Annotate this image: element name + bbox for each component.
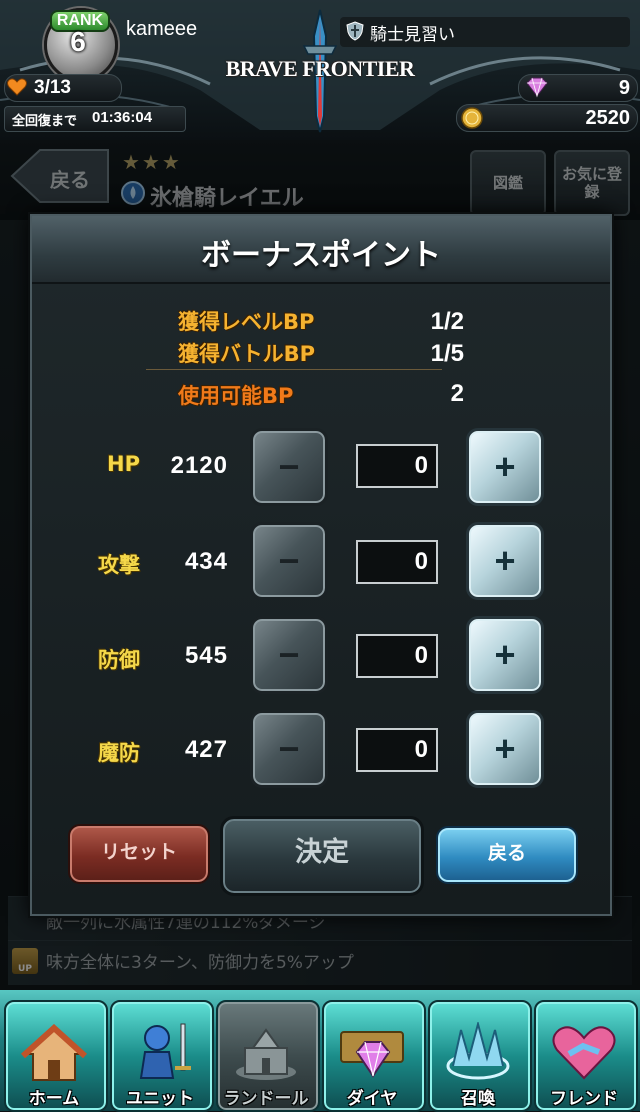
stat-label-def: 防御 — [98, 648, 140, 672]
nav-summon-label: 召喚 — [461, 1089, 495, 1109]
shield-icon — [346, 21, 364, 41]
summon-icon — [446, 1022, 510, 1080]
nav-diamond-label: ダイヤ — [346, 1089, 398, 1109]
heart-icon — [7, 78, 27, 96]
rank-value: 6 — [70, 26, 86, 57]
hp-bp-count: 0 — [356, 444, 438, 488]
atk-minus-button[interactable]: − — [250, 522, 328, 600]
diamond-icon — [340, 1031, 404, 1078]
dialog-title: ボーナスポイント — [201, 238, 441, 273]
player-title: 騎士見習い — [370, 25, 455, 45]
confirm-button[interactable]: 決定 — [220, 816, 424, 896]
usable-bp-value: 2 — [450, 380, 464, 407]
stat-value-hp: 2120 — [170, 452, 228, 479]
reset-button[interactable]: リセット — [68, 824, 210, 884]
level-bp-value: 1/2 — [430, 308, 464, 335]
nav-unit-label: ユニット — [126, 1089, 194, 1109]
nav-friend-label: フレンド — [550, 1089, 618, 1109]
mdef-bp-count: 0 — [356, 728, 438, 772]
level-bp-label: 獲得レベルBP — [178, 310, 315, 334]
energy-value: 3/13 — [34, 77, 71, 98]
game-logo: BRAVE FRONTIER — [225, 56, 415, 81]
mdef-minus-button[interactable]: − — [250, 710, 328, 788]
stat-label-mdef: 魔防 — [98, 741, 140, 765]
friend-icon — [552, 1026, 616, 1080]
def-bp-count: 0 — [356, 634, 438, 678]
stat-value-def: 545 — [184, 642, 228, 669]
usable-bp-label: 使用可能BP — [178, 384, 294, 408]
zel-coin-icon — [461, 107, 483, 129]
stat-label-hp: HP — [107, 452, 140, 476]
diamond-gem-icon — [526, 77, 548, 98]
atk-bp-count: 0 — [356, 540, 438, 584]
def-minus-button[interactable]: − — [250, 616, 328, 694]
stat-value-atk: 434 — [184, 548, 228, 575]
back-button[interactable]: 戻る — [436, 826, 578, 884]
unit-icon — [139, 1023, 191, 1079]
bp-divider — [146, 369, 442, 370]
recovery-time: 01:36:04 — [92, 109, 153, 126]
gem-count: 9 — [618, 77, 630, 99]
hp-minus-button[interactable]: − — [250, 428, 328, 506]
recovery-label: 全回復まで — [12, 114, 78, 129]
player-name: kameee — [126, 18, 198, 40]
battle-bp-label: 獲得バトルBP — [178, 342, 316, 366]
home-icon — [20, 1024, 88, 1081]
zel-count: 2520 — [585, 107, 631, 129]
def-plus-button[interactable]: + — [466, 616, 544, 694]
stat-value-mdef: 427 — [184, 736, 228, 763]
stat-label-atk: 攻撃 — [98, 553, 140, 577]
nav-home-label: ホーム — [28, 1089, 80, 1109]
castle-icon — [236, 1028, 296, 1080]
mdef-plus-button[interactable]: + — [466, 710, 544, 788]
battle-bp-value: 1/5 — [430, 340, 464, 367]
nav-randall-label: ランドール — [223, 1089, 309, 1109]
hp-plus-button[interactable]: + — [466, 428, 544, 506]
atk-plus-button[interactable]: + — [466, 522, 544, 600]
